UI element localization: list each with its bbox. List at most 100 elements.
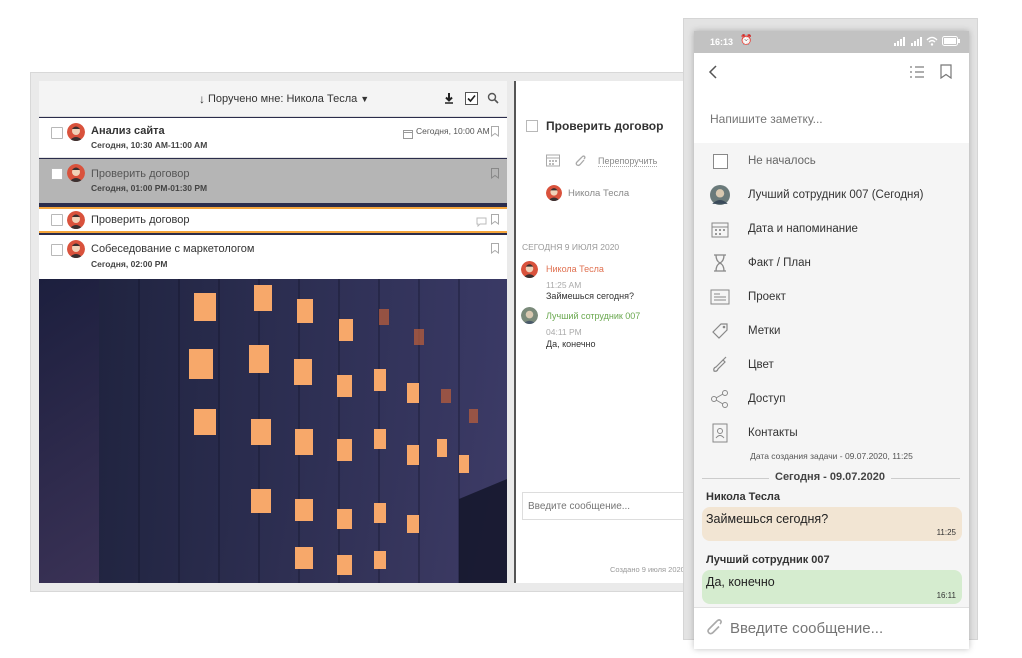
bookmark-icon[interactable] bbox=[940, 64, 952, 84]
checkmark-toggle-icon[interactable] bbox=[464, 91, 478, 105]
menu-fact-plan[interactable]: Факт / План bbox=[694, 248, 969, 278]
avatar bbox=[67, 164, 85, 182]
menu-label: Дата и напоминание bbox=[748, 223, 858, 235]
comment-icon bbox=[476, 214, 487, 232]
menu-tags[interactable]: Метки bbox=[694, 316, 969, 346]
contacts-icon bbox=[710, 423, 730, 443]
task-title: Анализ сайта bbox=[91, 125, 165, 137]
message-author: Никола Тесла bbox=[706, 491, 781, 503]
task-row[interactable]: Анализ сайта Сегодня, 10:30 AM-11:00 AM … bbox=[39, 118, 507, 158]
menu-assignee[interactable]: Лучший сотрудник 007 (Сегодня) bbox=[694, 180, 969, 210]
task-detail-pane: Проверить договор Перепоручить Никола Те… bbox=[514, 81, 692, 583]
task-time: Сегодня, 01:00 PM-01:30 PM bbox=[91, 183, 208, 193]
menu-project[interactable]: Проект bbox=[694, 282, 969, 312]
message-text: Займешься сегодня? bbox=[546, 291, 634, 301]
calendar-icon bbox=[710, 219, 730, 239]
bookmark-icon[interactable] bbox=[491, 243, 499, 254]
menu-label: Контакты bbox=[748, 427, 798, 439]
task-row-active[interactable]: Проверить договор bbox=[39, 207, 507, 233]
detail-checkbox[interactable] bbox=[526, 120, 538, 132]
task-checkbox[interactable] bbox=[51, 214, 63, 226]
sort-arrow-icon: ↓ bbox=[199, 92, 205, 106]
bookmark-icon[interactable] bbox=[491, 168, 499, 179]
avatar bbox=[67, 123, 85, 141]
task-time: Сегодня, 02:00 PM bbox=[91, 259, 168, 269]
share-icon bbox=[710, 389, 730, 409]
menu-label: Метки bbox=[748, 325, 781, 337]
paperclip-icon[interactable] bbox=[704, 617, 722, 642]
note-input[interactable] bbox=[710, 109, 950, 129]
avatar bbox=[67, 211, 85, 229]
task-checkbox[interactable] bbox=[51, 127, 63, 139]
battery-icon bbox=[942, 36, 960, 48]
filter-label: Поручено мне: Никола Тесла bbox=[208, 93, 358, 105]
bookmark-icon[interactable] bbox=[491, 214, 499, 225]
signal-icon bbox=[894, 36, 908, 48]
menu-access[interactable]: Доступ bbox=[694, 384, 969, 414]
menu-color[interactable]: Цвет bbox=[694, 350, 969, 380]
back-arrow-icon[interactable] bbox=[708, 65, 718, 84]
message-time: 11:25 AM bbox=[546, 280, 582, 290]
status-time: 16:13 bbox=[710, 37, 734, 47]
menu-contacts[interactable]: Контакты bbox=[694, 418, 969, 448]
search-icon[interactable] bbox=[486, 91, 500, 105]
chevron-down-icon: ▼ bbox=[360, 94, 370, 104]
assignee-filter-dropdown[interactable]: ↓ Поручено мне: Никола Тесла ▼ bbox=[199, 92, 369, 106]
message-input[interactable] bbox=[730, 616, 960, 640]
calendar-icon[interactable] bbox=[546, 153, 560, 172]
avatar-icon bbox=[710, 185, 730, 205]
background-building-image bbox=[39, 279, 507, 583]
task-row[interactable]: Собеседование с маркетологом Сегодня, 02… bbox=[39, 235, 507, 279]
message-input[interactable] bbox=[522, 492, 692, 520]
menu-label: Не началось bbox=[748, 155, 816, 167]
status-bar: 16:13 ⏰ bbox=[694, 31, 969, 53]
checkbox-icon[interactable] bbox=[710, 151, 730, 171]
message-time: 16:11 bbox=[936, 591, 956, 600]
menu-label: Факт / План bbox=[748, 257, 811, 269]
alarm-icon: ⏰ bbox=[740, 35, 753, 46]
message-text: Да, конечно bbox=[706, 575, 775, 589]
checklist-icon[interactable] bbox=[910, 65, 924, 84]
task-time: Сегодня, 10:30 AM-11:00 AM bbox=[91, 140, 208, 150]
date-divider-label: Сегодня - 09.07.2020 bbox=[769, 471, 891, 483]
brush-icon bbox=[710, 355, 730, 375]
task-title: Собеседование с маркетологом bbox=[91, 243, 255, 255]
task-created-info: Дата создания задачи - 09.07.2020, 11:25 bbox=[750, 451, 913, 461]
assignee-name: Никола Тесла bbox=[568, 188, 630, 199]
message-time: 11:25 bbox=[936, 528, 956, 537]
task-list-pane: ↓ Поручено мне: Никола Тесла ▼ Анализ са… bbox=[39, 81, 507, 583]
phone-header bbox=[694, 53, 969, 143]
message-composer bbox=[694, 607, 969, 649]
bookmark-icon[interactable] bbox=[491, 126, 499, 137]
avatar bbox=[521, 261, 538, 278]
message-text: Займешься сегодня? bbox=[706, 512, 829, 526]
avatar bbox=[521, 307, 538, 324]
chat-date-header: СЕГОДНЯ 9 ИЮЛЯ 2020 bbox=[522, 242, 620, 252]
reassign-link[interactable]: Перепоручить bbox=[598, 156, 658, 167]
message-author: Никола Тесла bbox=[546, 264, 604, 274]
menu-label: Доступ bbox=[748, 393, 786, 405]
task-row-selected[interactable]: Проверить договор Сегодня, 01:00 PM-01:3… bbox=[39, 159, 507, 203]
menu-label: Проект bbox=[748, 291, 786, 303]
phone-frame: 16:13 ⏰ Напишите заметку... Не началось … bbox=[683, 18, 978, 649]
task-checkbox[interactable] bbox=[51, 244, 63, 256]
task-title: Проверить договор bbox=[91, 168, 190, 180]
avatar bbox=[67, 240, 85, 258]
message-author: Лучший сотрудник 007 bbox=[546, 311, 641, 321]
avatar bbox=[546, 185, 562, 201]
message-time: 04:11 PM bbox=[546, 327, 582, 337]
message-bubble: Да, конечно 16:11 bbox=[702, 570, 962, 604]
message-bubble: Займешься сегодня? 11:25 bbox=[702, 507, 962, 541]
download-icon[interactable] bbox=[442, 91, 456, 105]
desktop-app-window: ↓ Поручено мне: Никола Тесла ▼ Анализ са… bbox=[30, 72, 692, 592]
menu-date[interactable]: Дата и напоминание bbox=[694, 214, 969, 244]
menu-label: Лучший сотрудник 007 (Сегодня) bbox=[748, 189, 924, 201]
message-text: Да, конечно bbox=[546, 339, 596, 349]
phone-screen: 16:13 ⏰ Напишите заметку... Не началось … bbox=[694, 31, 969, 649]
task-checkbox[interactable] bbox=[51, 168, 63, 180]
paperclip-icon[interactable] bbox=[572, 153, 586, 172]
menu-status[interactable]: Не началось bbox=[694, 146, 969, 176]
project-icon bbox=[710, 287, 730, 307]
signal-icon bbox=[911, 36, 923, 48]
created-date: Создано 9 июля 2020 bbox=[610, 565, 685, 574]
